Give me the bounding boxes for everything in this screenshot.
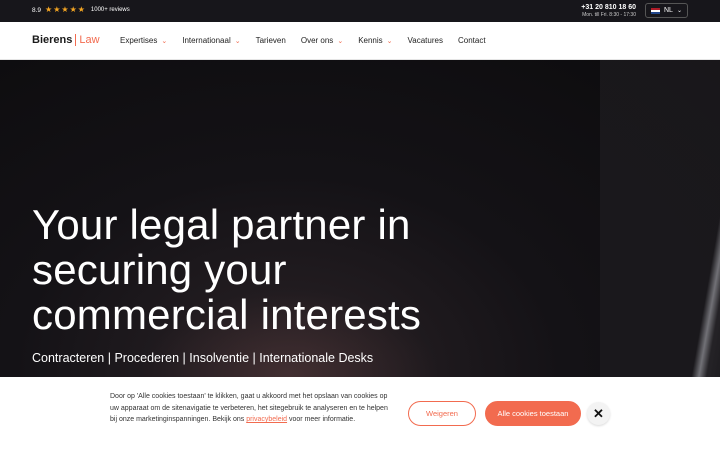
rating-stars: ★ ★ ★ ★ ★ [45,6,85,14]
close-icon[interactable]: ✕ [587,402,610,425]
reviews-count: 1000+ reviews [90,7,130,13]
logo-name: Bierens [32,34,73,46]
office-hours: Mon. till Fri. 8:30 - 17:30 [582,12,636,18]
chevron-down-icon: ⌄ [234,37,241,45]
top-bar: 8.9 ★ ★ ★ ★ ★ 1000+ reviews +31 20 810 1… [0,0,720,22]
netherlands-flag-icon [651,7,660,14]
logo[interactable]: Bierens Law [32,34,100,46]
star-icon: ★ [77,5,85,14]
chevron-down-icon: ⌄ [161,37,168,45]
nav-item-kennis[interactable]: Kennis ⌄ [358,36,392,45]
nav-item-contact[interactable]: Contact [458,36,486,45]
refuse-cookies-button[interactable]: Weigeren [408,401,476,426]
nav-item-label: Over ons [300,36,334,45]
nav-item-label: Expertises [120,36,158,45]
nav-item-label: Internationaal [182,36,231,45]
nav-item-label: Contact [457,36,486,45]
nav-item-label: Kennis [358,36,383,45]
phone-number[interactable]: +31 20 810 18 60 [576,4,636,12]
star-icon: ★ [45,5,53,14]
chevron-down-icon: ⌄ [386,37,393,45]
nav-item-tarieven[interactable]: Tarieven [256,36,286,45]
accept-cookies-button[interactable]: Alle cookies toestaan [485,401,581,426]
rating-widget[interactable]: 8.9 ★ ★ ★ ★ ★ 1000+ reviews [32,6,130,14]
cookie-text: Door op 'Alle cookies toestaan' te klikk… [110,391,395,426]
logo-law: Law [79,34,100,46]
star-icon: ★ [53,5,61,14]
hero-subline: Contracteren | Procederen | Insolventie … [32,351,374,365]
main-navbar: Bierens Law Expertises ⌄ Internationaal … [0,22,720,60]
privacy-policy-link[interactable]: privacybeleid [246,416,287,423]
chevron-down-icon: ⌄ [337,37,344,45]
main-menu: Expertises ⌄ Internationaal ⌄ Tarieven O… [120,36,501,45]
cookie-text-after: voor meer informatie. [287,416,356,423]
language-selector[interactable]: NL ⌄ [645,3,688,18]
nav-item-internationaal[interactable]: Internationaal ⌄ [182,36,240,45]
rating-score: 8.9 [32,6,42,14]
nav-item-label: Tarieven [255,36,286,45]
logo-divider [75,34,77,46]
cookie-banner: Door op 'Alle cookies toestaan' te klikk… [0,377,720,450]
language-label: NL [664,7,673,14]
phone-contact[interactable]: +31 20 810 18 60 Mon. till Fri. 8:30 - 1… [576,4,636,18]
nav-item-vacatures[interactable]: Vacatures [408,36,443,45]
nav-item-expertises[interactable]: Expertises ⌄ [120,36,167,45]
star-icon: ★ [61,5,69,14]
nav-item-over-ons[interactable]: Over ons ⌄ [301,36,343,45]
hero-headline: Your legal partner in securing your comm… [32,201,422,338]
chevron-down-icon: ⌄ [676,8,682,14]
nav-item-label: Vacatures [407,36,443,45]
star-icon: ★ [69,5,77,14]
